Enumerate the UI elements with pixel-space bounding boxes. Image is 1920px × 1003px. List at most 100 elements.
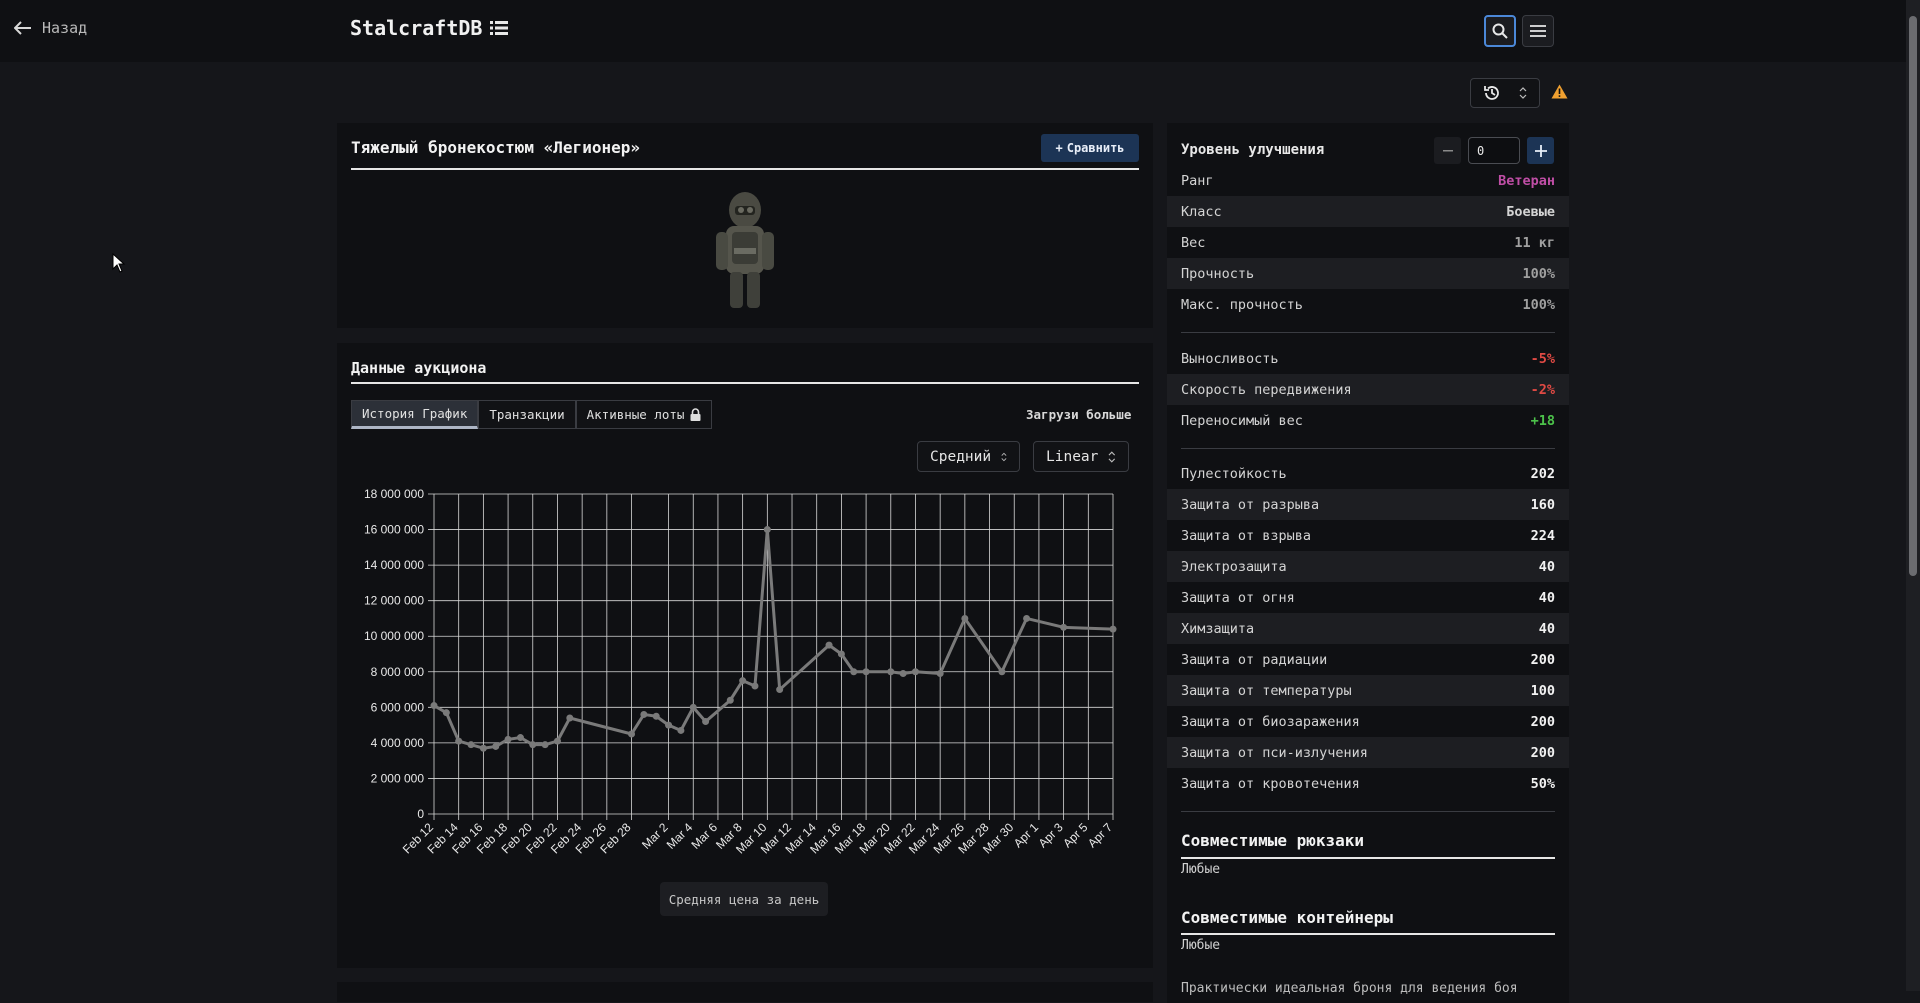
stat-value: 40 bbox=[1538, 620, 1555, 637]
containers-title: Совместимые контейнеры bbox=[1181, 908, 1393, 927]
data-point bbox=[850, 668, 858, 676]
upgrade-decrement-button[interactable] bbox=[1434, 137, 1461, 164]
y-tick-label: 2 000 000 bbox=[371, 771, 425, 785]
data-point bbox=[763, 526, 771, 534]
data-point bbox=[751, 682, 759, 690]
warning-icon[interactable] bbox=[1551, 84, 1568, 99]
stat-value: 200 bbox=[1530, 651, 1555, 668]
stat-label: Защита от температуры bbox=[1181, 682, 1352, 699]
stats-divider bbox=[1181, 811, 1555, 812]
stat-label: Скорость передвижения bbox=[1181, 381, 1352, 398]
data-point bbox=[825, 641, 833, 649]
y-tick-label: 0 bbox=[417, 807, 424, 821]
stat-row: Защита от радиации 200 bbox=[1167, 644, 1569, 675]
stat-label: Макс. прочность bbox=[1181, 296, 1303, 313]
stat-row: Защита от разрыва 160 bbox=[1167, 489, 1569, 520]
stat-row: Защита от пси-излучения 200 bbox=[1167, 737, 1569, 768]
stat-value: 224 bbox=[1530, 527, 1555, 544]
data-point bbox=[504, 735, 512, 743]
data-point bbox=[677, 726, 685, 734]
stat-label: Прочность bbox=[1181, 265, 1255, 282]
data-point bbox=[1023, 614, 1031, 622]
stat-label: Класс bbox=[1181, 203, 1222, 220]
stat-value: 202 bbox=[1530, 465, 1555, 482]
stat-row: Ранг Ветеран bbox=[1167, 165, 1569, 196]
data-point bbox=[479, 744, 487, 752]
stat-row: Защита от биозаражения 200 bbox=[1167, 706, 1569, 737]
y-tick-label: 10 000 000 bbox=[364, 629, 424, 643]
stat-row: Химзащита 40 bbox=[1167, 613, 1569, 644]
backpacks-value: Любые bbox=[1181, 862, 1221, 877]
stat-row: Класс Боевые bbox=[1167, 196, 1569, 227]
stat-value: 100 bbox=[1530, 682, 1555, 699]
stat-row: Защита от кровотечения 50% bbox=[1167, 768, 1569, 799]
data-point bbox=[899, 670, 907, 678]
stat-row: Макс. прочность 100% bbox=[1167, 289, 1569, 320]
stat-label: Защита от огня bbox=[1181, 589, 1295, 606]
data-point bbox=[961, 614, 969, 622]
data-point bbox=[665, 721, 673, 729]
x-tick-label: Mar 6 bbox=[688, 820, 720, 852]
stat-value: 40 bbox=[1538, 589, 1555, 606]
menu-button[interactable] bbox=[1522, 15, 1554, 47]
data-point bbox=[492, 742, 500, 750]
x-tick-label: Mar 4 bbox=[664, 820, 696, 852]
chart-legend-label: Средняя цена за день bbox=[668, 891, 820, 907]
stat-label: Защита от радиации bbox=[1181, 651, 1328, 668]
upgrade-level-input[interactable] bbox=[1468, 137, 1520, 164]
stat-row: Скорость передвижения -2% bbox=[1167, 374, 1569, 405]
stat-value: +18 bbox=[1530, 412, 1555, 429]
data-point bbox=[553, 737, 561, 745]
data-point bbox=[776, 686, 784, 694]
y-tick-label: 8 000 000 bbox=[371, 665, 425, 679]
y-tick-label: 12 000 000 bbox=[364, 594, 424, 608]
search-button[interactable] bbox=[1484, 15, 1516, 47]
stat-row: Электрозащита 40 bbox=[1167, 551, 1569, 582]
data-point bbox=[628, 730, 636, 738]
stat-value: 160 bbox=[1530, 496, 1555, 513]
chart-legend: Средняя цена за день bbox=[660, 882, 828, 916]
stat-label: Электрозащита bbox=[1181, 558, 1287, 575]
data-point bbox=[726, 696, 734, 704]
stat-label: Химзащита bbox=[1181, 620, 1255, 637]
containers-underline bbox=[1181, 933, 1555, 935]
data-point bbox=[430, 702, 438, 710]
y-tick-label: 4 000 000 bbox=[371, 736, 425, 750]
data-point bbox=[739, 677, 747, 685]
x-tick-label: Apr 7 bbox=[1085, 820, 1115, 850]
y-tick-label: 18 000 000 bbox=[364, 487, 424, 501]
containers-value: Любые bbox=[1181, 938, 1221, 953]
stat-label: Защита от биозаражения bbox=[1181, 713, 1360, 730]
data-point bbox=[652, 712, 660, 720]
stat-label: Защита от пси-излучения bbox=[1181, 744, 1368, 761]
page-scrollbar[interactable] bbox=[1906, 0, 1920, 991]
data-point bbox=[442, 709, 450, 717]
upgrade-increment-button[interactable] bbox=[1527, 137, 1554, 164]
stat-value: 11 кг bbox=[1514, 234, 1555, 251]
series-line bbox=[433, 528, 1114, 750]
stat-label: Выносливость bbox=[1181, 350, 1279, 367]
upgrade-level-label: Уровень улучшения bbox=[1181, 142, 1325, 158]
stat-row: Выносливость -5% bbox=[1167, 343, 1569, 374]
y-tick-label: 16 000 000 bbox=[364, 523, 424, 537]
next-panel bbox=[337, 982, 1153, 1002]
history-select[interactable] bbox=[1470, 78, 1540, 108]
stat-value: 100% bbox=[1522, 265, 1555, 282]
stat-label: Защита от взрыва bbox=[1181, 527, 1312, 544]
stat-label: Вес bbox=[1181, 234, 1206, 251]
stat-row: Защита от огня 40 bbox=[1167, 582, 1569, 613]
stat-label: Ранг bbox=[1181, 172, 1214, 189]
data-point bbox=[936, 670, 944, 678]
stats-divider bbox=[1181, 332, 1555, 333]
search-icon bbox=[1492, 23, 1508, 39]
stat-row: Прочность 100% bbox=[1167, 258, 1569, 289]
stat-row: Защита от температуры 100 bbox=[1167, 675, 1569, 706]
data-point bbox=[1109, 625, 1117, 633]
data-point bbox=[862, 668, 870, 676]
price-chart: 0 2 000 000 4 000 000 6 000 000 8 000 000 10 … bbox=[364, 487, 1117, 857]
data-point bbox=[529, 741, 537, 749]
data-point bbox=[689, 703, 697, 711]
stat-row: Переносимый вес +18 bbox=[1167, 405, 1569, 436]
scrollbar-thumb[interactable] bbox=[1909, 16, 1917, 576]
stat-value: 100% bbox=[1522, 296, 1555, 313]
